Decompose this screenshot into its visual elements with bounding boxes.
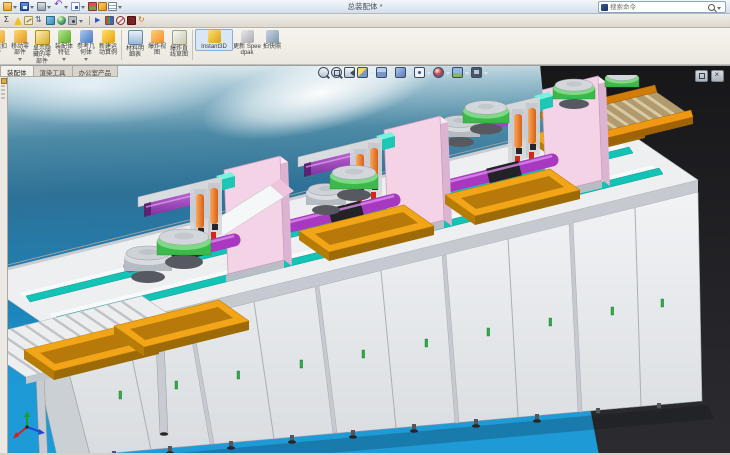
dropdown-caret-icon[interactable]	[79, 20, 83, 25]
section-view-icon[interactable]	[357, 67, 368, 78]
ribbon-button-move-component[interactable]: 移动零部件	[9, 29, 31, 64]
dropdown-caret-icon[interactable]	[18, 58, 22, 63]
ribbon-button-speedpak[interactable]: 更新 Speedpak	[233, 29, 261, 58]
ribbon-button-explode-lines[interactable]: 爆炸直线草图	[168, 29, 190, 60]
command-manager: 智能扣件 移动零部件 显示隐藏的零部件 装配体特征 参考几何体 新建运动算例	[0, 28, 730, 65]
dropdown-caret-icon[interactable]	[64, 6, 68, 11]
tab-assembly[interactable]: 装配体	[0, 66, 34, 77]
view-orientation-icon[interactable]	[376, 67, 387, 78]
dropdown-caret-icon[interactable]	[30, 6, 34, 11]
dropdown-caret-icon[interactable]	[446, 72, 450, 77]
dropdown-caret-icon[interactable]	[62, 58, 66, 63]
chart-icon[interactable]	[105, 16, 114, 25]
mate-icon[interactable]	[46, 16, 55, 25]
exploded-view-icon	[151, 30, 164, 43]
options-icon[interactable]	[98, 2, 107, 11]
dropdown-caret-icon[interactable]	[427, 72, 431, 77]
dropdown-caret-icon[interactable]	[13, 6, 17, 11]
smart-fasteners-icon	[0, 30, 5, 43]
edit-appearance-icon[interactable]	[433, 67, 444, 78]
dropdown-caret-icon[interactable]	[484, 72, 488, 77]
apply-scene-icon[interactable]	[452, 67, 463, 78]
command-search[interactable]	[598, 1, 726, 13]
camera-icon[interactable]	[68, 16, 77, 25]
file-list-icon[interactable]	[108, 2, 117, 11]
search-input[interactable]	[610, 3, 706, 11]
toolbar-separator	[89, 16, 90, 25]
interference-detection-icon[interactable]	[14, 17, 22, 25]
ribbon-button-smart-fasteners[interactable]: 智能扣件	[0, 29, 9, 58]
ribbon-divider	[192, 30, 193, 60]
zoom-to-fit-icon[interactable]	[318, 67, 329, 78]
select-icon[interactable]	[71, 2, 80, 11]
tab-office-products[interactable]: 办公室产品	[72, 66, 119, 77]
dropdown-caret-icon[interactable]	[47, 6, 51, 11]
reference-geometry-icon	[80, 30, 93, 43]
orientation-triad	[10, 411, 46, 445]
save-icon[interactable]	[20, 2, 29, 11]
tab-render-tools[interactable]: 渲染工具	[33, 66, 73, 77]
dropdown-caret-icon[interactable]	[81, 6, 85, 11]
speedpak-icon	[241, 30, 254, 43]
measure-icon[interactable]	[24, 16, 33, 25]
search-icon[interactable]	[708, 4, 715, 11]
search-caret-icon[interactable]	[717, 7, 721, 12]
ribbon-button-motion-study[interactable]: 新建运动算例	[97, 29, 119, 58]
search-scope-icon[interactable]	[601, 4, 608, 11]
ribbon-button-assembly-features[interactable]: 装配体特征	[53, 29, 75, 64]
appearance-icon[interactable]	[57, 16, 66, 25]
sort-icon[interactable]	[35, 16, 44, 25]
view-settings-icon[interactable]	[471, 67, 482, 78]
materials-icon[interactable]	[127, 16, 136, 25]
ribbon-button-show-hidden[interactable]: 显示隐藏的零部件	[31, 29, 53, 65]
print-icon[interactable]	[37, 2, 46, 11]
dropdown-caret-icon[interactable]	[389, 72, 393, 77]
move-component-icon	[14, 30, 27, 43]
explode-lines-icon	[172, 30, 187, 45]
solidworks-window: 总装配体 * 智能扣件 移动零部件 显示隐藏的零部件 装配体特征	[0, 0, 730, 455]
snapshot-icon	[266, 30, 279, 43]
dropdown-caret-icon[interactable]	[118, 6, 122, 11]
refresh-icon[interactable]	[138, 16, 147, 25]
dropdown-caret-icon[interactable]	[84, 58, 88, 63]
previous-view-icon[interactable]	[344, 67, 355, 78]
assembly-model-canvas[interactable]	[8, 75, 730, 453]
commandmanager-tabs: 装配体 渲染工具 办公室产品	[0, 66, 117, 77]
ribbon-button-reference-geometry[interactable]: 参考几何体	[75, 29, 97, 64]
ribbon-divider	[121, 30, 122, 60]
ribbon-button-instant3d[interactable]: Instant3D	[195, 29, 233, 51]
instant3d-icon	[208, 30, 221, 43]
headsup-view-toolbar	[318, 67, 488, 78]
play-icon[interactable]	[94, 16, 103, 25]
motion-study-icon	[102, 30, 115, 43]
equations-icon[interactable]	[3, 16, 12, 25]
ribbon-button-exploded-view[interactable]: 爆炸视图	[146, 29, 168, 58]
dropdown-caret-icon[interactable]	[465, 72, 469, 77]
undo-icon[interactable]	[54, 2, 63, 11]
show-hidden-icon	[35, 30, 50, 45]
document-title: 总装配体 *	[347, 1, 382, 12]
quick-access-toolbar	[3, 2, 124, 11]
assembly-features-icon	[58, 30, 71, 43]
hide-show-items-icon[interactable]	[414, 67, 425, 78]
dropdown-caret-icon[interactable]	[370, 72, 374, 77]
titlebar: 总装配体 *	[0, 0, 730, 14]
graphics-viewport[interactable]	[0, 66, 730, 453]
rebuild-icon[interactable]	[88, 2, 97, 11]
close-window-icon[interactable]	[711, 70, 724, 82]
open-file-icon[interactable]	[3, 2, 12, 11]
restore-window-icon[interactable]	[695, 70, 708, 82]
zoom-to-area-icon[interactable]	[331, 67, 342, 78]
display-style-icon[interactable]	[395, 67, 406, 78]
ribbon-button-snapshot[interactable]: 拍快照	[261, 29, 283, 51]
tools-toolbar	[0, 14, 730, 28]
document-window-controls	[695, 70, 724, 82]
ribbon-button-bom[interactable]: 材料明细表	[124, 29, 146, 60]
dropdown-caret-icon[interactable]	[408, 72, 412, 77]
section-off-icon[interactable]	[116, 16, 125, 25]
featuremanager-collapsed-strip[interactable]	[0, 75, 8, 453]
bom-icon	[128, 30, 143, 45]
work-area: 装配体 渲染工具 办公室产品	[0, 65, 730, 455]
